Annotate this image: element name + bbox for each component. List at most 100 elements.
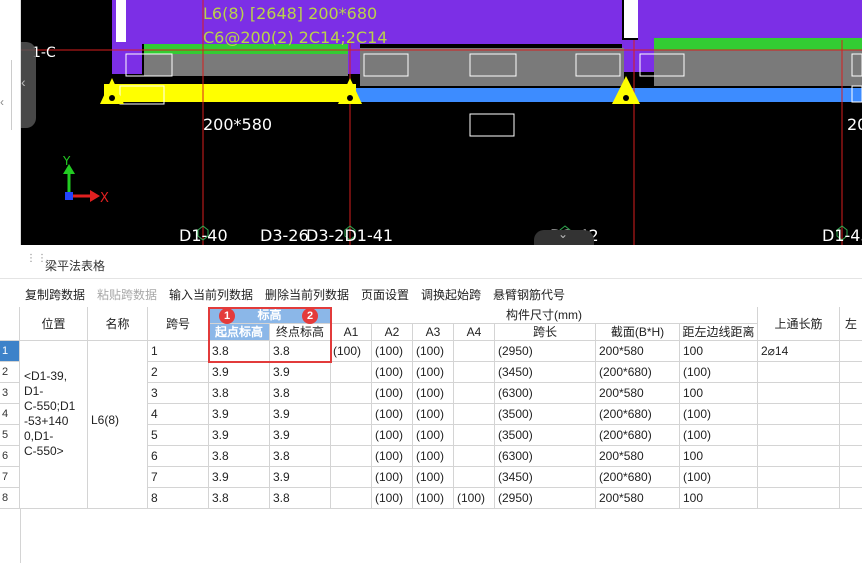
cantilever-rebar-code-button[interactable]: 悬臂钢筋代号: [493, 286, 565, 303]
left-clipped-cell[interactable]: [840, 341, 862, 362]
top-rebar-cell[interactable]: [758, 446, 840, 467]
swap-start-span-button[interactable]: 调换起始跨: [421, 286, 481, 303]
left-clipped-cell[interactable]: [840, 404, 862, 425]
header-left-clipped[interactable]: 左: [840, 307, 862, 341]
span-no-cell[interactable]: 5: [148, 425, 209, 446]
span-length-cell[interactable]: (6300): [495, 446, 596, 467]
header-a2[interactable]: A2: [372, 324, 413, 341]
start-elevation-cell[interactable]: 3.8: [209, 341, 270, 362]
start-elevation-cell[interactable]: 3.9: [209, 362, 270, 383]
row-header[interactable]: 1: [0, 341, 20, 362]
header-start-elevation[interactable]: 起点标高: [209, 324, 270, 341]
a2-cell[interactable]: (100): [372, 446, 413, 467]
span-length-cell[interactable]: (6300): [495, 383, 596, 404]
input-column-data-button[interactable]: 输入当前列数据: [169, 286, 253, 303]
a4-cell[interactable]: [454, 362, 495, 383]
span-no-cell[interactable]: 8: [148, 488, 209, 509]
a3-cell[interactable]: (100): [413, 467, 454, 488]
a3-cell[interactable]: (100): [413, 383, 454, 404]
corner-cell[interactable]: [0, 307, 20, 341]
a4-cell[interactable]: [454, 341, 495, 362]
a1-cell[interactable]: [331, 404, 372, 425]
header-name[interactable]: 名称: [88, 307, 148, 341]
distance-left-cell[interactable]: 100: [680, 488, 758, 509]
a4-cell[interactable]: [454, 383, 495, 404]
distance-left-cell[interactable]: 100: [680, 446, 758, 467]
left-clipped-cell[interactable]: [840, 446, 862, 467]
header-a3[interactable]: A3: [413, 324, 454, 341]
a2-cell[interactable]: (100): [372, 425, 413, 446]
a3-cell[interactable]: (100): [413, 362, 454, 383]
left-clipped-cell[interactable]: [840, 425, 862, 446]
a1-cell[interactable]: [331, 425, 372, 446]
top-rebar-cell[interactable]: [758, 383, 840, 404]
a2-cell[interactable]: (100): [372, 467, 413, 488]
a1-cell[interactable]: [331, 467, 372, 488]
header-a1[interactable]: A1: [331, 324, 372, 341]
left-clipped-cell[interactable]: [840, 488, 862, 509]
left-clipped-cell[interactable]: [840, 383, 862, 404]
section-cell[interactable]: (200*680): [596, 467, 680, 488]
start-elevation-cell[interactable]: 3.8: [209, 383, 270, 404]
position-cell[interactable]: <D1-39, D1- C-550;D1 -53+140 0,D1- C-550…: [20, 341, 88, 509]
end-elevation-cell[interactable]: 3.8: [270, 383, 331, 404]
paste-span-data-button[interactable]: 粘贴跨数据: [97, 286, 157, 303]
page-setup-button[interactable]: 页面设置: [361, 286, 409, 303]
row-header[interactable]: 2: [0, 362, 20, 383]
row-header[interactable]: 3: [0, 383, 20, 404]
header-span-no[interactable]: 跨号: [148, 307, 209, 341]
span-no-cell[interactable]: 1: [148, 341, 209, 362]
end-elevation-cell[interactable]: 3.9: [270, 467, 331, 488]
left-clipped-cell[interactable]: [840, 362, 862, 383]
span-length-cell[interactable]: (2950): [495, 488, 596, 509]
end-elevation-cell[interactable]: 3.8: [270, 446, 331, 467]
header-section[interactable]: 截面(B*H): [596, 324, 680, 341]
row-header[interactable]: 4: [0, 404, 20, 425]
a3-cell[interactable]: (100): [413, 341, 454, 362]
a4-cell[interactable]: [454, 425, 495, 446]
distance-left-cell[interactable]: (100): [680, 467, 758, 488]
copy-span-data-button[interactable]: 复制跨数据: [25, 286, 85, 303]
distance-left-cell[interactable]: 100: [680, 341, 758, 362]
cad-drawing[interactable]: L6(8) [2648] 200*680 C6@200(2) 2C14;2C14…: [0, 0, 862, 245]
top-rebar-cell[interactable]: [758, 362, 840, 383]
a1-cell[interactable]: [331, 446, 372, 467]
name-cell[interactable]: L6(8): [88, 341, 148, 509]
end-elevation-cell[interactable]: 3.8: [270, 488, 331, 509]
span-no-cell[interactable]: 7: [148, 467, 209, 488]
header-top-rebar[interactable]: 上通长筋: [758, 307, 840, 341]
row-header[interactable]: 8: [0, 488, 20, 509]
section-cell[interactable]: 200*580: [596, 446, 680, 467]
section-cell[interactable]: 200*580: [596, 488, 680, 509]
a4-cell[interactable]: [454, 467, 495, 488]
delete-column-data-button[interactable]: 删除当前列数据: [265, 286, 349, 303]
end-elevation-cell[interactable]: 3.9: [270, 425, 331, 446]
row-header[interactable]: 7: [0, 467, 20, 488]
a3-cell[interactable]: (100): [413, 425, 454, 446]
header-a4[interactable]: A4: [454, 324, 495, 341]
a4-cell[interactable]: [454, 446, 495, 467]
span-length-cell[interactable]: (2950): [495, 341, 596, 362]
section-cell[interactable]: (200*680): [596, 404, 680, 425]
start-elevation-cell[interactable]: 3.9: [209, 467, 270, 488]
a1-cell[interactable]: [331, 383, 372, 404]
span-length-cell[interactable]: (3450): [495, 362, 596, 383]
left-clipped-cell[interactable]: [840, 467, 862, 488]
a1-cell[interactable]: [331, 362, 372, 383]
span-no-cell[interactable]: 4: [148, 404, 209, 425]
start-elevation-cell[interactable]: 3.9: [209, 425, 270, 446]
distance-left-cell[interactable]: (100): [680, 362, 758, 383]
a2-cell[interactable]: (100): [372, 341, 413, 362]
header-end-elevation[interactable]: 终点标高: [270, 324, 331, 341]
a2-cell[interactable]: (100): [372, 362, 413, 383]
a3-cell[interactable]: (100): [413, 446, 454, 467]
header-span-length[interactable]: 跨长: [495, 324, 596, 341]
section-cell[interactable]: (200*680): [596, 362, 680, 383]
end-elevation-cell[interactable]: 3.8: [270, 341, 331, 362]
span-length-cell[interactable]: (3500): [495, 404, 596, 425]
distance-left-cell[interactable]: 100: [680, 383, 758, 404]
span-length-cell[interactable]: (3500): [495, 425, 596, 446]
top-rebar-cell[interactable]: [758, 425, 840, 446]
start-elevation-cell[interactable]: 3.8: [209, 446, 270, 467]
top-rebar-cell[interactable]: [758, 467, 840, 488]
